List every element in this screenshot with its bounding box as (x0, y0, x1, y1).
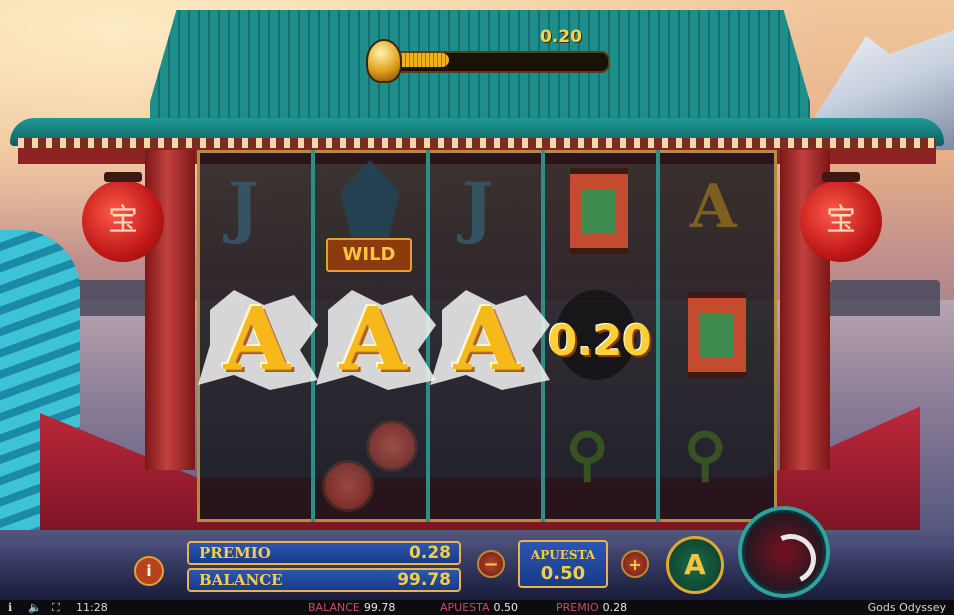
coin-symbol-icon (322, 460, 374, 512)
status-apuesta: APUESTA 0.50 (440, 600, 518, 615)
premio-value: 0.28 (409, 543, 451, 563)
clock: 11:28 (76, 601, 108, 614)
reel-symbol-wild: WILD (322, 160, 416, 275)
pagoda-eave-trim (18, 138, 936, 148)
bet-increase-button[interactable]: + (621, 550, 649, 578)
scroll-symbol-icon (570, 168, 628, 254)
bet-panel: APUESTA 0.50 (518, 540, 608, 588)
sound-icon[interactable]: 🔈 (28, 600, 42, 615)
status-apuesta-label: APUESTA (440, 601, 490, 614)
reel-symbol-j: J (462, 168, 494, 246)
reel-symbol-a-win: A (223, 289, 291, 390)
reel-symbol-a-win: A (339, 289, 407, 390)
apuesta-label: APUESTA (530, 548, 596, 562)
game-stage: 宝 宝 0.20 J WILD J A A A A 0.20 ⚲ ⚲ i PRE… (0, 0, 954, 615)
lantern-right-icon: 宝 (800, 172, 882, 262)
status-premio-value: 0.28 (602, 601, 628, 614)
key-symbol-icon: ⚲ (566, 420, 609, 488)
win-amount: 0.20 (548, 316, 652, 365)
status-premio: PREMIO 0.28 (556, 600, 627, 615)
scroll-symbol-icon (688, 292, 746, 378)
multiplier-meter: 0.20 (360, 27, 610, 83)
balance-value: 99.78 (397, 570, 451, 590)
apuesta-value: 0.50 (540, 563, 586, 584)
distant-village-right (830, 280, 940, 316)
reel-symbol-a-win: A (453, 289, 521, 390)
balance-panel: BALANCE 99.78 (187, 568, 461, 592)
wild-label: WILD (326, 238, 412, 272)
coin-symbol-icon (366, 420, 418, 472)
status-balance-value: 99.78 (363, 601, 396, 614)
multiplier-value: 0.20 (540, 27, 582, 47)
status-balance: BALANCE 99.78 (308, 600, 395, 615)
premio-panel: PREMIO 0.28 (187, 541, 461, 565)
status-apuesta-value: 0.50 (493, 601, 519, 614)
multiplier-bulb-icon (366, 39, 402, 83)
balance-label: BALANCE (199, 571, 283, 589)
fullscreen-icon[interactable]: ⛶ (52, 600, 60, 615)
info-button[interactable]: i (134, 556, 164, 586)
autoplay-button[interactable]: A (666, 536, 724, 594)
bet-decrease-button[interactable]: − (477, 550, 505, 578)
lantern-left-icon: 宝 (82, 172, 164, 262)
reel-symbol-a: A (690, 172, 737, 242)
info-icon[interactable]: ℹ (8, 600, 12, 615)
status-bar: ℹ 🔈 ⛶ 11:28 BALANCE 99.78 APUESTA 0.50 PRE… (0, 600, 954, 615)
reel-symbol-j: J (228, 168, 260, 246)
spin-button[interactable] (738, 506, 830, 598)
game-title: Gods Odyssey (867, 601, 946, 614)
status-premio-label: PREMIO (556, 601, 599, 614)
key-symbol-icon: ⚲ (684, 420, 727, 488)
premio-label: PREMIO (199, 544, 271, 562)
dragon-head-icon (340, 160, 400, 240)
reel-divider (656, 150, 660, 522)
distant-village-left (70, 280, 150, 316)
status-balance-label: BALANCE (308, 601, 360, 614)
